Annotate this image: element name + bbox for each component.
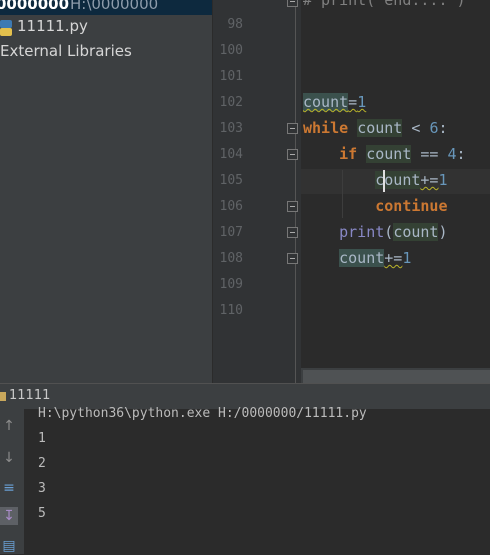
external-libraries-label: External Libraries (0, 42, 132, 60)
token-keyword: continue (375, 197, 448, 215)
line-number: 98 (227, 17, 243, 32)
run-config-icon (0, 392, 6, 401)
token-operator: = (348, 93, 358, 111)
console-output-line: 1 (38, 431, 46, 446)
scroll-up-icon[interactable]: ↑ (0, 417, 18, 435)
token-colon: : (456, 145, 466, 163)
token-keyword: if (339, 145, 358, 163)
console-command-line: H:\python36\python.exe H:/0000000/11111.… (38, 406, 367, 421)
token-operator: < (402, 119, 430, 137)
gutter-separator (295, 0, 296, 383)
project-root-item[interactable]: 0000000 H:\0000000 (0, 0, 212, 15)
token-operator: += (420, 171, 439, 189)
soft-wrap-icon[interactable]: ≡ (0, 479, 18, 497)
token-operator: == (411, 145, 448, 163)
line-number: 108 (219, 251, 243, 266)
token-number: 1 (357, 93, 367, 111)
project-file-name: 11111.py (17, 17, 88, 35)
console-output-line: 2 (38, 456, 46, 471)
print-icon[interactable]: ▤ (0, 537, 18, 555)
scroll-down-icon[interactable]: ↓ (0, 449, 18, 467)
token-builtin: print (339, 223, 385, 241)
fold-marker-icon[interactable] (287, 227, 298, 238)
token-variable: count (393, 223, 439, 241)
horizontal-scrollbar-thumb[interactable] (303, 370, 490, 383)
line-number: 102 (219, 95, 243, 110)
token-variable: count (303, 93, 349, 111)
project-panel: 0000000 H:\0000000 11111.py External Lib… (0, 0, 212, 383)
token-variable: count (339, 249, 385, 267)
python-file-icon (0, 20, 12, 36)
code-line-comment: # print("end....") (303, 0, 466, 9)
code-line-103: while count < 6: (303, 119, 448, 137)
fold-marker-icon[interactable] (287, 0, 298, 7)
line-number: 100 (219, 43, 243, 58)
code-line-107: print(count) (303, 223, 448, 241)
run-config-name[interactable]: 11111 (9, 388, 50, 403)
fold-marker-icon[interactable] (287, 253, 298, 264)
code-line-102: count=1 (303, 93, 366, 111)
token-colon: : (438, 119, 448, 137)
fold-marker-icon[interactable] (287, 149, 298, 160)
line-number: 105 (219, 173, 243, 188)
token-number: 1 (402, 249, 412, 267)
code-line-106: continue (303, 197, 448, 215)
line-number: 103 (219, 121, 243, 136)
line-number: 106 (219, 199, 243, 214)
line-number: 107 (219, 225, 243, 240)
scroll-to-end-icon[interactable]: ↧ (0, 507, 18, 525)
fold-marker-icon[interactable] (287, 201, 298, 212)
token-keyword: while (303, 119, 349, 137)
token-number: 4 (447, 145, 457, 163)
line-number: 109 (219, 277, 243, 292)
token-variable: count (366, 145, 412, 163)
line-number: 104 (219, 147, 243, 162)
run-toolbar: ↑ ↓ ≡ ↧ ▤ (0, 409, 24, 554)
project-root-name: 0000000 (0, 0, 70, 13)
console-output-line: 5 (38, 506, 46, 521)
code-line-108: count+=1 (303, 249, 411, 267)
fold-marker-icon[interactable] (287, 123, 298, 134)
token-paren: ( (384, 223, 394, 241)
line-number: 110 (219, 303, 243, 318)
code-line-104: if count == 4: (303, 145, 466, 163)
token-paren: ) (438, 223, 448, 241)
project-root-path: H:\0000000 (70, 0, 159, 13)
token-variable: count (357, 119, 403, 137)
console-output-line: 3 (38, 481, 46, 496)
text-caret (383, 170, 385, 192)
token-number: 1 (438, 171, 448, 189)
code-line-105: count+=1 (303, 171, 448, 189)
run-console[interactable] (24, 409, 490, 554)
line-number: 101 (219, 69, 243, 84)
token-operator: += (384, 249, 403, 267)
